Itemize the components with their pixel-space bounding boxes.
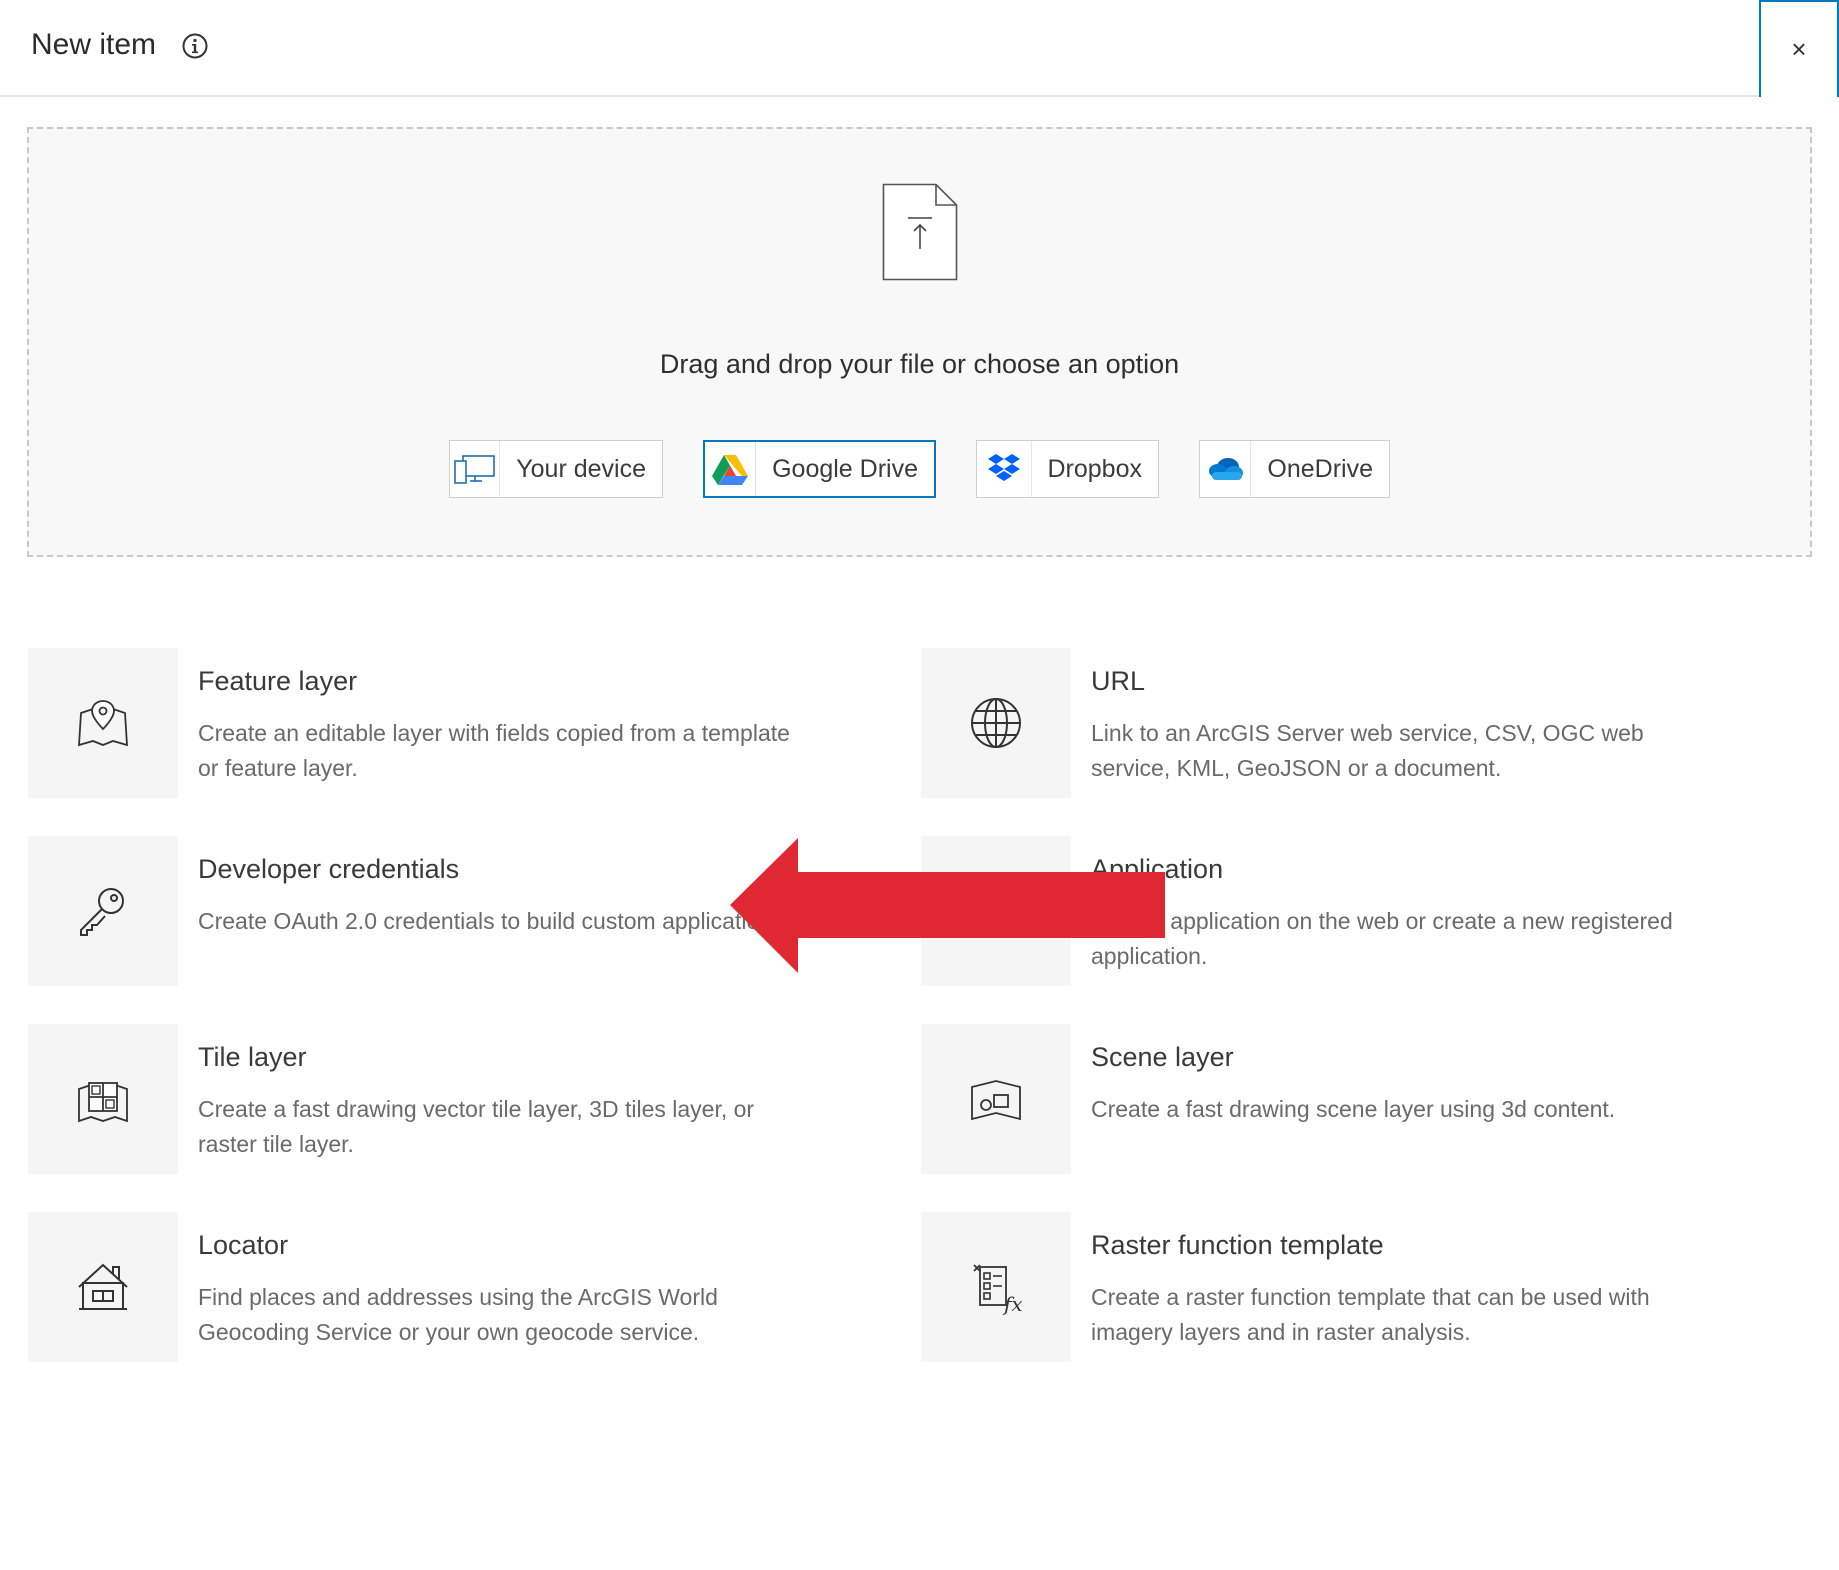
file-drop-zone[interactable]: Drag and drop your file or choose an opt… — [27, 127, 1812, 557]
your-device-button[interactable]: Your device — [449, 440, 663, 498]
dialog-title: New item — [31, 28, 157, 61]
developer-credentials-card[interactable]: Developer credentials Create OAuth 2.0 c… — [28, 836, 908, 986]
device-icon — [453, 455, 495, 484]
raster-function-icon: fx — [973, 1264, 1023, 1315]
card-title: Scene layer — [1091, 1042, 1234, 1072]
developer-credentials-tile — [28, 836, 178, 986]
info-icon[interactable] — [181, 32, 209, 60]
card-title: Tile layer — [198, 1042, 307, 1072]
card-description: Create an editable layer with fields cop… — [198, 720, 790, 781]
house-icon — [78, 1263, 128, 1310]
url-tile — [921, 648, 1071, 798]
close-button[interactable]: × — [1759, 0, 1839, 97]
globe-icon — [971, 698, 1021, 748]
file-upload-icon — [882, 183, 958, 281]
tile-layer-tile — [28, 1024, 178, 1174]
onedrive-label: OneDrive — [1267, 454, 1373, 483]
url-card[interactable]: URL Link to an ArcGIS Server web service… — [921, 648, 1801, 798]
tile-layer-card[interactable]: Tile layer Create a fast drawing vector … — [28, 1024, 908, 1174]
locator-card[interactable]: Locator Find places and addresses using … — [28, 1212, 908, 1362]
drop-prompt: Drag and drop your file or choose an opt… — [659, 349, 1180, 379]
scene-layer-tile — [921, 1024, 1071, 1174]
google-drive-button[interactable]: Google Drive — [703, 440, 936, 498]
onedrive-icon — [1209, 458, 1244, 480]
svg-text:fx: fx — [1002, 1292, 1023, 1315]
google-drive-label: Google Drive — [772, 454, 918, 483]
card-title: Application — [1091, 854, 1224, 884]
card-title: Developer credentials — [198, 854, 460, 884]
onedrive-button[interactable]: OneDrive — [1199, 440, 1390, 498]
card-description: Create a raster function template that c… — [1091, 1284, 1650, 1345]
card-description: Link to an ArcGIS Server web service, CS… — [1091, 720, 1644, 781]
dropbox-label: Dropbox — [1047, 454, 1143, 483]
locator-tile — [28, 1212, 178, 1362]
scene-layer-icon — [971, 1080, 1021, 1121]
card-description: Create a fast drawing scene layer using … — [1091, 1096, 1616, 1122]
raster-function-template-tile: fx — [921, 1212, 1071, 1362]
card-description: Add an application on the web or create … — [1091, 908, 1673, 969]
key-icon — [80, 888, 124, 936]
dropbox-button[interactable]: Dropbox — [976, 440, 1159, 498]
dropbox-icon — [987, 454, 1020, 481]
card-title: URL — [1091, 666, 1146, 696]
card-description: Find places and addresses using the ArcG… — [198, 1284, 718, 1345]
close-icon: × — [1791, 34, 1807, 64]
google-drive-icon — [712, 455, 749, 485]
card-title: Locator — [198, 1230, 289, 1260]
card-title: Feature layer — [198, 666, 358, 696]
scene-layer-card[interactable]: Scene layer Create a fast drawing scene … — [921, 1024, 1801, 1174]
dialog-header: New item × — [0, 0, 1839, 97]
card-title: Raster function template — [1091, 1230, 1384, 1260]
raster-function-template-card[interactable]: fx Raster function template Create a ras… — [921, 1212, 1801, 1362]
tile-layer-icon — [78, 1082, 128, 1123]
card-description: Create a fast drawing vector tile layer,… — [198, 1096, 755, 1157]
application-tile — [921, 836, 1071, 986]
application-icon — [973, 892, 1019, 930]
map-pin-icon — [78, 700, 128, 747]
card-description: Create OAuth 2.0 credentials to build cu… — [198, 908, 790, 934]
your-device-label: Your device — [516, 454, 646, 483]
feature-layer-tile — [28, 648, 178, 798]
application-card[interactable]: Application Add an application on the we… — [921, 836, 1801, 986]
feature-layer-card[interactable]: Feature layer Create an editable layer w… — [28, 648, 908, 798]
